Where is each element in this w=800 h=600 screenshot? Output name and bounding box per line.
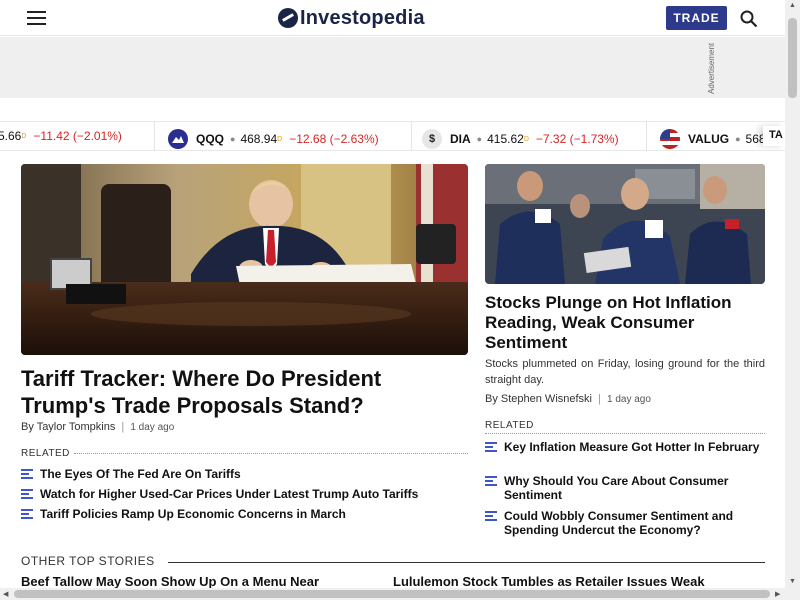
scroll-down-icon[interactable]: ▼ (789, 578, 796, 585)
trade-button[interactable]: TRADE (666, 6, 727, 30)
site-header: Investopedia TRADE (0, 0, 785, 36)
menu-icon[interactable] (27, 11, 46, 25)
divider (485, 433, 765, 434)
ticker-item[interactable]: VALUG ● 568. (660, 129, 769, 149)
main-story-title[interactable]: Tariff Tracker: Where Do President Trump… (21, 365, 468, 419)
related-heading: RELATED (21, 448, 70, 459)
ticker-symbol: VALUG (688, 132, 730, 146)
ticker-divider (646, 122, 647, 150)
us-flag-icon (660, 129, 680, 149)
ticker-symbol: DIA (450, 132, 471, 146)
related-link[interactable]: Key Inflation Measure Got Hotter In Febr… (485, 440, 765, 454)
related-heading: RELATED (485, 420, 534, 431)
side-story-dek: Stocks plummeted on Friday, losing groun… (485, 358, 765, 386)
article-icon (485, 511, 497, 521)
ticker-item[interactable]: QQQ ● 468.94 D −12.68 (−2.63%) (168, 129, 379, 149)
related-link-text: Tariff Policies Ramp Up Economic Concern… (40, 507, 346, 521)
ticker-change: −11.42 (−2.01%) (33, 129, 122, 143)
site-logo[interactable]: Investopedia (278, 6, 425, 30)
delayed-marker: D (523, 135, 529, 143)
market-ticker: 5.66 D −11.42 (−2.01%) QQQ ● 468.94 D −1… (0, 121, 785, 151)
main-story-image[interactable] (21, 164, 468, 355)
article-icon (21, 469, 33, 479)
vertical-scroll-thumb[interactable] (788, 18, 797, 98)
related-link-text: Watch for Higher Used-Car Prices Under L… (40, 487, 419, 501)
logo-text: Investopedia (300, 6, 425, 29)
horizontal-scroll-thumb[interactable] (14, 590, 770, 598)
side-story-byline: By Stephen Wisnefski | 1 day ago (485, 393, 651, 405)
related-link-text: Could Wobbly Consumer Sentiment and Spen… (504, 509, 734, 537)
ticker-item[interactable]: $ DIA ● 415.62 D −7.32 (−1.73%) (422, 129, 619, 149)
ticker-price: 415.62 (487, 132, 524, 146)
related-link[interactable]: Tariff Policies Ramp Up Economic Concern… (21, 507, 461, 521)
scroll-right-icon[interactable]: ▶ (775, 590, 780, 598)
delayed-marker: D (277, 135, 283, 143)
other-stories-heading: OTHER TOP STORIES (21, 554, 155, 568)
ticker-change: −12.68 (−2.63%) (289, 132, 379, 146)
qqq-icon (168, 129, 188, 149)
ticker-divider (411, 122, 412, 150)
related-link[interactable]: Could Wobbly Consumer Sentiment and Spen… (485, 509, 765, 537)
divider (168, 562, 765, 563)
ticker-symbol: QQQ (196, 132, 225, 146)
article-icon (485, 476, 497, 486)
scroll-up-icon[interactable]: ▲ (789, 2, 796, 9)
search-icon[interactable] (740, 10, 758, 28)
article-icon (21, 509, 33, 519)
divider (74, 453, 468, 454)
logo-icon (278, 8, 298, 28)
story-link[interactable]: Beef Tallow May Soon Show Up On a Menu N… (21, 574, 319, 589)
main-story-byline: By Taylor Tompkins | 1 day ago (21, 421, 175, 433)
related-link[interactable]: Watch for Higher Used-Car Prices Under L… (21, 487, 461, 501)
ticker-more[interactable]: TA (763, 126, 785, 146)
story-date: 1 day ago (606, 394, 651, 405)
ticker-change: −7.32 (−1.73%) (535, 132, 619, 146)
ticker-price: 468.94 (240, 132, 278, 146)
author-link[interactable]: By Stephen Wisnefski (485, 393, 592, 405)
dollar-icon: $ (422, 129, 442, 149)
side-story-title[interactable]: Stocks Plunge on Hot Inflation Reading, … (485, 293, 770, 353)
side-story-image[interactable] (485, 164, 765, 284)
related-link[interactable]: Why Should You Care About Consumer Senti… (485, 474, 765, 502)
related-link-text: Key Inflation Measure Got Hotter In Febr… (504, 440, 760, 454)
ticker-divider (154, 122, 155, 150)
story-link[interactable]: Lululemon Stock Tumbles as Retailer Issu… (393, 574, 705, 589)
story-date: 1 day ago (130, 422, 175, 433)
article-icon (21, 489, 33, 499)
related-link-text: The Eyes Of The Fed Are On Tariffs (40, 467, 241, 481)
related-link-text: Why Should You Care About Consumer Senti… (504, 474, 729, 502)
delayed-marker: D (21, 132, 27, 140)
ticker-item[interactable]: 5.66 D −11.42 (−2.01%) (0, 129, 122, 143)
related-link[interactable]: The Eyes Of The Fed Are On Tariffs (21, 467, 461, 481)
author-link[interactable]: By Taylor Tompkins (21, 421, 115, 433)
ad-label: Advertisement (707, 42, 716, 94)
article-icon (485, 442, 497, 452)
ticker-price: 5.66 (0, 129, 22, 143)
ad-slot (0, 37, 785, 98)
scroll-left-icon[interactable]: ◀ (3, 590, 8, 598)
